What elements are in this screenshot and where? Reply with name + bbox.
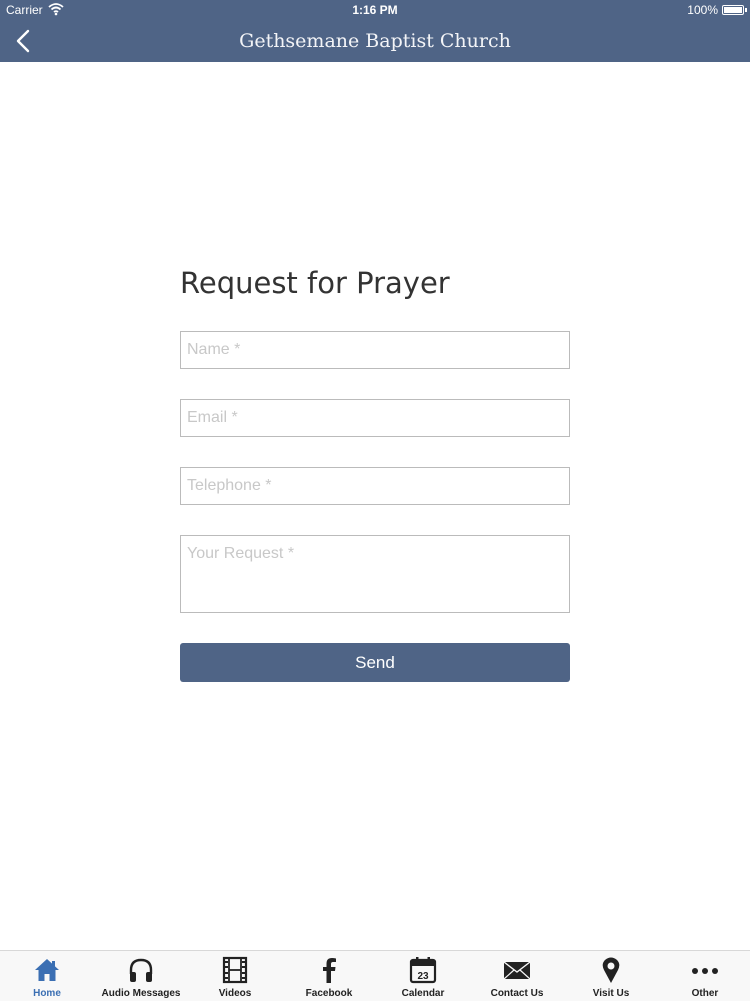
tab-facebook[interactable]: Facebook	[282, 951, 376, 1001]
map-pin-icon	[602, 957, 620, 983]
tab-contact-us[interactable]: Contact Us	[470, 951, 564, 1001]
calendar-day: 23	[417, 971, 429, 982]
navigation-bar: Gethsemane Baptist Church	[0, 20, 750, 62]
battery-icon	[722, 5, 747, 15]
tab-bar: Home Audio Messages Videos Facebook 23 C…	[0, 950, 750, 1001]
status-time: 1:16 PM	[352, 3, 398, 17]
tab-home[interactable]: Home	[0, 951, 94, 1001]
home-icon	[35, 959, 59, 981]
tab-calendar[interactable]: 23 Calendar	[376, 951, 470, 1001]
email-field[interactable]	[180, 399, 570, 437]
send-button[interactable]: Send	[180, 643, 570, 682]
tab-audio-messages[interactable]: Audio Messages	[94, 951, 188, 1001]
status-bar: Carrier 1:16 PM 100%	[0, 0, 750, 20]
calendar-icon: 23	[409, 957, 437, 984]
telephone-field[interactable]	[180, 467, 570, 505]
battery-percent: 100%	[687, 3, 718, 17]
envelope-icon	[503, 961, 531, 980]
name-field[interactable]	[180, 331, 570, 369]
tab-videos[interactable]: Videos	[188, 951, 282, 1001]
tab-visit-us[interactable]: Visit Us	[564, 951, 658, 1001]
page-title: Gethsemane Baptist Church	[239, 30, 511, 52]
headphones-icon	[129, 958, 153, 982]
request-field[interactable]	[180, 535, 570, 613]
facebook-icon	[323, 958, 336, 983]
more-icon	[692, 968, 718, 974]
tab-label: Other	[691, 988, 719, 999]
film-icon	[222, 956, 248, 984]
tab-other[interactable]: Other	[658, 951, 750, 1001]
form-title: Request for Prayer	[180, 266, 450, 300]
